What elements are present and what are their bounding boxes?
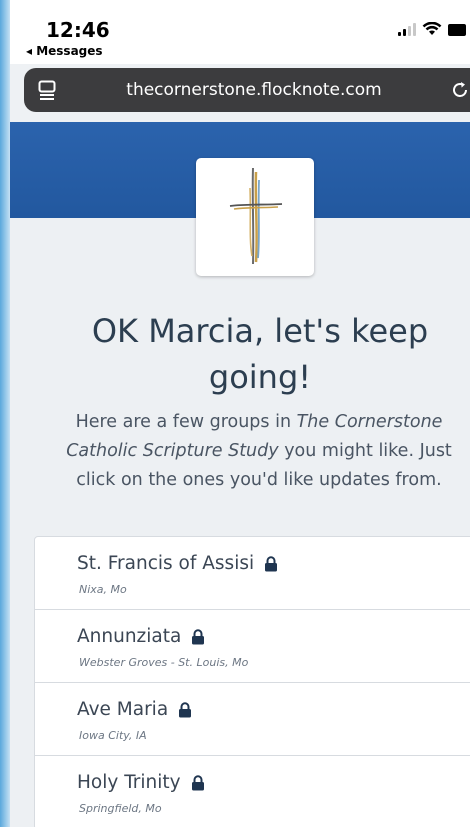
- lock-icon: [191, 774, 204, 790]
- group-name: Holy Trinity: [77, 772, 181, 793]
- url-text[interactable]: thecornerstone.flocknote.com: [24, 80, 470, 100]
- lock-icon: [192, 628, 205, 644]
- cellular-signal-icon: [398, 22, 416, 36]
- group-name: Annunziata: [77, 626, 182, 647]
- group-location: Iowa City, IA: [79, 729, 147, 742]
- intro-text-part: you might like. Just: [278, 441, 452, 461]
- reload-icon[interactable]: [450, 80, 470, 100]
- cross-logo: [196, 158, 314, 276]
- back-to-messages-link[interactable]: ◂ Messages: [26, 44, 103, 58]
- group-item[interactable]: St. Francis of Assisi Nixa, Mo: [35, 537, 470, 610]
- page-heading: OK Marcia, let's keep going!: [30, 308, 470, 400]
- status-time: 12:46: [46, 18, 110, 42]
- intro-text-part: click on the ones you'd like updates fro…: [76, 470, 442, 490]
- groups-list: St. Francis of Assisi Nixa, Mo Annunziat…: [34, 536, 470, 827]
- phone-screen: 12:46 ◂ Messages thecornerstone.flocknot…: [10, 0, 470, 827]
- group-name: St. Francis of Assisi: [77, 553, 255, 574]
- status-bar: 12:46 ◂ Messages: [10, 0, 470, 64]
- org-name: The Cornerstone: [296, 412, 443, 432]
- heading-line-2: going!: [208, 358, 312, 396]
- group-item[interactable]: Holy Trinity Springfield, Mo: [35, 756, 470, 827]
- intro-text: Here are a few groups in The Cornerstone…: [36, 408, 470, 495]
- group-location: Webster Groves - St. Louis, Mo: [79, 656, 249, 669]
- group-location: Nixa, Mo: [79, 583, 127, 596]
- heading-line-1: OK Marcia, let's keep: [91, 312, 429, 350]
- org-name-cont: Catholic Scripture Study: [66, 441, 279, 461]
- lock-icon: [179, 701, 192, 717]
- group-item[interactable]: Ave Maria Iowa City, IA: [35, 683, 470, 756]
- group-name: Ave Maria: [77, 699, 169, 720]
- group-location: Springfield, Mo: [79, 802, 162, 815]
- battery-icon: [448, 24, 466, 36]
- wifi-icon: [422, 22, 442, 35]
- web-page: OK Marcia, let's keep going! Here are a …: [10, 122, 470, 827]
- group-item[interactable]: Annunziata Webster Groves - St. Louis, M…: [35, 610, 470, 683]
- lock-icon: [265, 555, 278, 571]
- intro-text-part: Here are a few groups in: [75, 412, 297, 432]
- address-bar[interactable]: thecornerstone.flocknote.com: [24, 68, 470, 112]
- status-icons: [398, 22, 466, 36]
